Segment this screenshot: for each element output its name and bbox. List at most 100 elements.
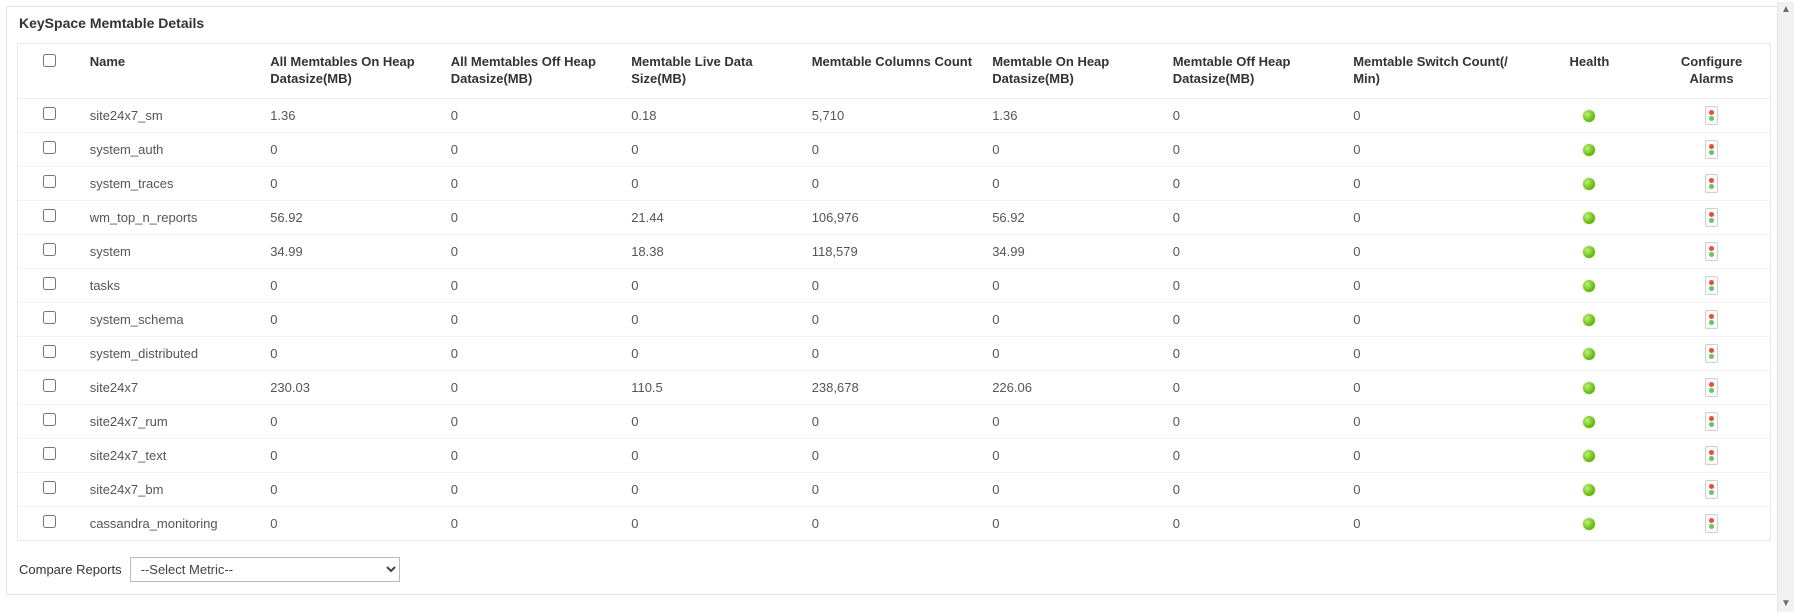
scroll-down-icon[interactable]: ▼ <box>1778 596 1794 612</box>
cell-name[interactable]: wm_top_n_reports <box>82 200 263 234</box>
row-checkbox[interactable] <box>43 447 56 460</box>
row-checkbox[interactable] <box>43 277 56 290</box>
compare-reports-bar: Compare Reports --Select Metric-- <box>7 547 1781 594</box>
header-live-data[interactable]: Memtable Live Data Size(MB) <box>623 44 804 98</box>
alarm-red-icon <box>1709 416 1714 421</box>
row-checkbox[interactable] <box>43 107 56 120</box>
configure-alarm-button[interactable] <box>1705 208 1718 227</box>
vertical-scrollbar[interactable]: ▲ ▼ <box>1777 2 1794 612</box>
row-checkbox[interactable] <box>43 481 56 494</box>
cell-off-heap: 0 <box>443 200 624 234</box>
cell-switch-count: 0 <box>1345 132 1526 166</box>
alarm-green-icon <box>1709 354 1714 359</box>
configure-alarm-button[interactable] <box>1705 242 1718 261</box>
cell-on-heap: 0 <box>262 336 443 370</box>
cell-on-heap: 1.36 <box>262 98 443 132</box>
cell-cols-count: 0 <box>804 506 985 540</box>
configure-alarm-button[interactable] <box>1705 140 1718 159</box>
health-status-icon <box>1583 382 1595 394</box>
cell-m-on-heap: 0 <box>984 268 1165 302</box>
cell-m-off-heap: 0 <box>1165 200 1346 234</box>
configure-alarm-button[interactable] <box>1705 106 1718 125</box>
configure-alarm-button[interactable] <box>1705 446 1718 465</box>
row-checkbox[interactable] <box>43 515 56 528</box>
cell-cols-count: 5,710 <box>804 98 985 132</box>
cell-name[interactable]: cassandra_monitoring <box>82 506 263 540</box>
cell-name[interactable]: site24x7_rum <box>82 404 263 438</box>
cell-cols-count: 0 <box>804 404 985 438</box>
header-cols-count[interactable]: Memtable Columns Count <box>804 44 985 98</box>
row-checkbox[interactable] <box>43 413 56 426</box>
configure-alarm-button[interactable] <box>1705 514 1718 533</box>
configure-alarm-button[interactable] <box>1705 378 1718 397</box>
health-status-icon <box>1583 518 1595 530</box>
scroll-up-icon[interactable]: ▲ <box>1778 2 1794 18</box>
cell-name[interactable]: site24x7 <box>82 370 263 404</box>
alarm-green-icon <box>1709 490 1714 495</box>
cell-m-on-heap: 56.92 <box>984 200 1165 234</box>
cell-on-heap: 0 <box>262 438 443 472</box>
cell-name[interactable]: site24x7_bm <box>82 472 263 506</box>
cell-name[interactable]: system_schema <box>82 302 263 336</box>
cell-off-heap: 0 <box>443 268 624 302</box>
cell-name[interactable]: tasks <box>82 268 263 302</box>
cell-cols-count: 0 <box>804 438 985 472</box>
cell-name[interactable]: system_auth <box>82 132 263 166</box>
cell-m-off-heap: 0 <box>1165 166 1346 200</box>
cell-name[interactable]: system_traces <box>82 166 263 200</box>
table-row: site24x7_rum0000000 <box>18 404 1770 438</box>
alarm-red-icon <box>1709 110 1714 115</box>
cell-switch-count: 0 <box>1345 268 1526 302</box>
memtable-table-wrap: Name All Memtables On Heap Datasize(MB) … <box>17 43 1771 541</box>
cell-off-heap: 0 <box>443 404 624 438</box>
cell-live-data: 21.44 <box>623 200 804 234</box>
header-switch[interactable]: Memtable Switch Count(/ Min) <box>1345 44 1526 98</box>
cell-switch-count: 0 <box>1345 438 1526 472</box>
cell-off-heap: 0 <box>443 98 624 132</box>
health-status-icon <box>1583 484 1595 496</box>
cell-m-off-heap: 0 <box>1165 302 1346 336</box>
health-status-icon <box>1583 280 1595 292</box>
configure-alarm-button[interactable] <box>1705 276 1718 295</box>
configure-alarm-button[interactable] <box>1705 344 1718 363</box>
table-row: system34.99018.38118,57934.9900 <box>18 234 1770 268</box>
header-alarms[interactable]: Configure Alarms <box>1653 44 1770 98</box>
select-all-checkbox[interactable] <box>43 54 56 67</box>
header-off-heap[interactable]: All Memtables Off Heap Datasize(MB) <box>443 44 624 98</box>
compare-metric-select[interactable]: --Select Metric-- <box>130 557 400 582</box>
cell-live-data: 0.18 <box>623 98 804 132</box>
configure-alarm-button[interactable] <box>1705 310 1718 329</box>
alarm-green-icon <box>1709 388 1714 393</box>
alarm-green-icon <box>1709 320 1714 325</box>
cell-name[interactable]: system <box>82 234 263 268</box>
table-row: system_traces0000000 <box>18 166 1770 200</box>
row-checkbox[interactable] <box>43 209 56 222</box>
cell-name[interactable]: site24x7_sm <box>82 98 263 132</box>
alarm-green-icon <box>1709 218 1714 223</box>
row-checkbox[interactable] <box>43 311 56 324</box>
header-on-heap[interactable]: All Memtables On Heap Datasize(MB) <box>262 44 443 98</box>
row-checkbox[interactable] <box>43 141 56 154</box>
row-checkbox[interactable] <box>43 243 56 256</box>
cell-name[interactable]: site24x7_text <box>82 438 263 472</box>
cell-cols-count: 106,976 <box>804 200 985 234</box>
health-status-icon <box>1583 314 1595 326</box>
health-status-icon <box>1583 348 1595 360</box>
row-checkbox[interactable] <box>43 175 56 188</box>
cell-on-heap: 56.92 <box>262 200 443 234</box>
cell-name[interactable]: system_distributed <box>82 336 263 370</box>
app-viewport: KeySpace Memtable Details <box>0 0 1794 614</box>
header-m-on-heap[interactable]: Memtable On Heap Datasize(MB) <box>984 44 1165 98</box>
configure-alarm-button[interactable] <box>1705 412 1718 431</box>
cell-on-heap: 0 <box>262 268 443 302</box>
header-m-off-heap[interactable]: Memtable Off Heap Datasize(MB) <box>1165 44 1346 98</box>
header-name[interactable]: Name <box>82 44 263 98</box>
alarm-green-icon <box>1709 456 1714 461</box>
row-checkbox[interactable] <box>43 379 56 392</box>
header-health[interactable]: Health <box>1526 44 1653 98</box>
configure-alarm-button[interactable] <box>1705 480 1718 499</box>
health-status-icon <box>1583 450 1595 462</box>
row-checkbox[interactable] <box>43 345 56 358</box>
configure-alarm-button[interactable] <box>1705 174 1718 193</box>
alarm-red-icon <box>1709 450 1714 455</box>
